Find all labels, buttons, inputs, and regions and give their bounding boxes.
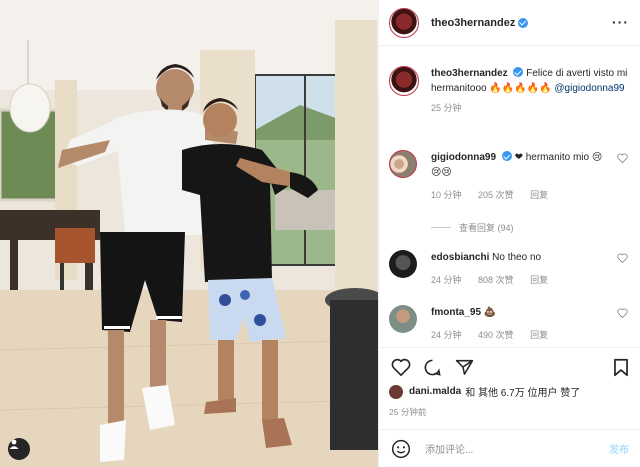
author-avatar[interactable] (389, 7, 419, 38)
heart-icon[interactable] (617, 253, 628, 263)
view-replies-line (431, 227, 451, 228)
user-tag-button[interactable] (8, 438, 30, 460)
comment-username[interactable]: gigiodonna99 (431, 152, 496, 163)
bookmark-icon[interactable] (613, 358, 629, 377)
comment-username[interactable]: fmonta_95 (431, 307, 481, 318)
heart-icon[interactable] (391, 358, 411, 376)
author-username[interactable]: theo3hernandez (431, 17, 515, 29)
post-comment-button[interactable]: 发布 (609, 441, 629, 456)
comment-username[interactable]: edosbianchi (431, 252, 489, 263)
comment-likes[interactable]: 205 次赞 (478, 190, 514, 200)
post-side-panel: theo3hernandez ··· theo3hernandez Felice… (378, 0, 640, 467)
caption-author-username[interactable]: theo3hernandez (431, 68, 508, 79)
verified-icon (513, 67, 524, 77)
comment-text: 💩 (483, 307, 497, 318)
comment-input[interactable]: 添加评论... (425, 441, 609, 456)
caption-mention-link[interactable]: @gigiodonna99 (554, 83, 624, 94)
more-options-icon[interactable]: ··· (612, 14, 629, 30)
comment-time: 24 分钟 (431, 275, 462, 285)
heart-icon[interactable] (617, 308, 628, 318)
verified-icon (518, 17, 529, 28)
commenter-avatar[interactable] (389, 150, 417, 178)
comment-likes[interactable]: 490 次赞 (478, 330, 514, 340)
commenter-avatar[interactable] (389, 250, 417, 278)
action-bar (379, 347, 640, 387)
caption-author-avatar[interactable] (389, 66, 419, 96)
comment-item: edosbianchi No theo no 24 分钟 808 次赞 回复 (389, 250, 634, 288)
comment-time: 24 分钟 (431, 330, 462, 340)
comment-item: fmonta_95 💩 24 分钟 490 次赞 回复 (389, 305, 634, 343)
likes-summary[interactable]: dani.malda 和 其他 6.7万 位用户 赞了 (389, 384, 580, 399)
share-icon[interactable] (455, 358, 474, 376)
photo-illustration (0, 0, 378, 467)
comment-text: No theo no (492, 252, 542, 263)
comment-icon[interactable] (423, 358, 442, 377)
commenter-avatar[interactable] (389, 305, 417, 333)
liker-username[interactable]: dani.malda (409, 386, 461, 397)
comment-likes[interactable]: 808 次赞 (478, 275, 514, 285)
post-header: theo3hernandez ··· (379, 0, 640, 46)
post-photo[interactable] (0, 0, 378, 467)
liker-avatar (389, 384, 403, 399)
heart-icon[interactable] (617, 153, 628, 163)
comment-time: 10 分钟 (431, 190, 462, 200)
emoji-icon[interactable] (391, 439, 411, 459)
view-replies-button[interactable]: 查看回复 (94) (431, 221, 514, 234)
user-tag-icon (9, 439, 19, 449)
add-comment-bar: 添加评论... 发布 (379, 429, 640, 467)
reply-button[interactable]: 回复 (530, 190, 548, 200)
reply-button[interactable]: 回复 (530, 330, 548, 340)
view-replies-label: 查看回复 (94) (459, 223, 514, 233)
post-caption: theo3hernandez Felice di averti visto mi… (389, 66, 629, 116)
reply-button[interactable]: 回复 (530, 275, 548, 285)
post-time: 25 分钟前 (389, 407, 427, 417)
verified-icon (501, 151, 512, 161)
comment-item: gigiodonna99 ❤ hermanito mio 😢😢😢 10 分钟 2… (389, 150, 634, 203)
caption-time: 25 分钟 (431, 103, 462, 113)
likes-rest: 和 其他 6.7万 位用户 赞了 (465, 388, 581, 399)
